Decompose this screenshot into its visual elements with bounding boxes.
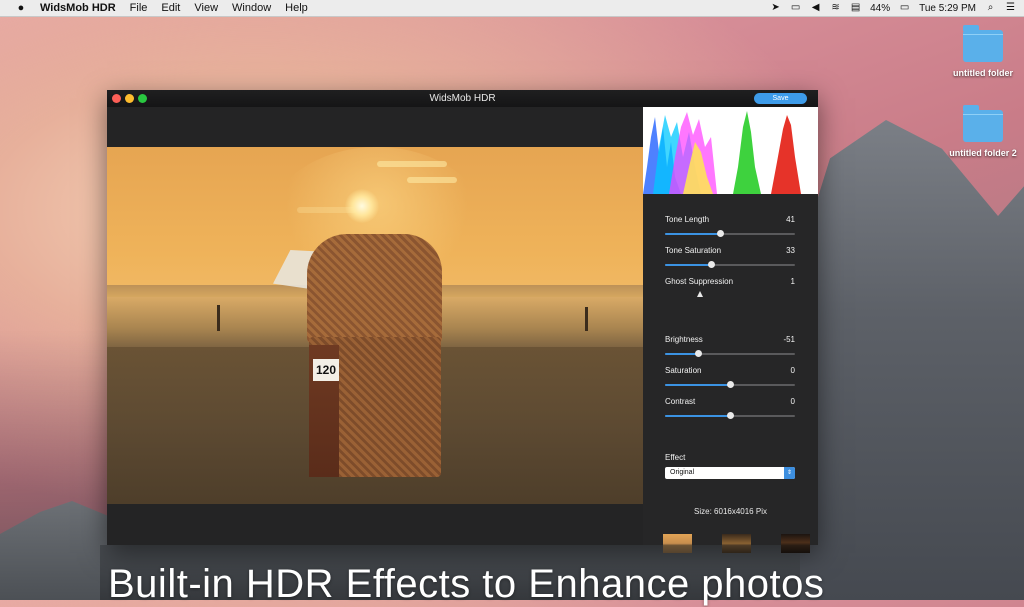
menu-edit[interactable]: Edit (161, 2, 180, 14)
close-button[interactable] (112, 94, 121, 103)
slider-value: 0 (790, 397, 795, 406)
adjustments-panel: Tone Length 41 Tone Saturation 33 Ghost Su… (643, 107, 818, 553)
slider-track[interactable] (665, 412, 795, 419)
slider-track[interactable] (665, 261, 795, 268)
slider-value: 0 (790, 366, 795, 375)
slider-fill (665, 264, 711, 266)
sun (345, 189, 379, 223)
battery-percent[interactable]: 44% (870, 3, 890, 14)
menu-app-name[interactable]: WidsMob HDR (40, 2, 116, 14)
slider-label: Saturation (665, 366, 702, 375)
photo-canvas[interactable]: 120 (107, 107, 643, 545)
beach-post (217, 305, 220, 331)
slider-label: Tone Length (665, 215, 710, 224)
slider-value: -51 (783, 335, 795, 344)
flag-icon[interactable]: ▤ (850, 3, 861, 13)
slider-tone-length: Tone Length 41 (665, 215, 795, 237)
chevron-updown-icon[interactable]: ⇕ (784, 467, 795, 479)
slider-tone-saturation: Tone Saturation 33 (665, 246, 795, 268)
photo-preview[interactable]: 120 (107, 147, 643, 504)
app-window: WidsMob HDR Save 120 Tone Length 41 Tone… (107, 90, 818, 553)
desktop-folder-label: untitled folder 2 (949, 148, 1017, 158)
status-area: ➤ ▭ ◀ ≋ ▤ 44% ▭ Tue 5:29 PM ⌕ ☰ (770, 0, 1016, 16)
notification-center-icon[interactable]: ☰ (1005, 3, 1016, 13)
slider-fill (665, 233, 720, 235)
chair-number-plate: 120 (313, 359, 339, 381)
slider-value: 1 (790, 277, 795, 286)
slider-fill (665, 353, 698, 355)
desktop-folder-label: untitled folder (953, 68, 1013, 78)
window-controls (112, 94, 147, 103)
slider-contrast: Contrast 0 (665, 397, 795, 419)
desktop-folder-2[interactable]: untitled folder 2 (943, 105, 1023, 158)
folder-icon (963, 105, 1003, 142)
slider-track[interactable] (665, 381, 795, 388)
battery-icon[interactable]: ▭ (899, 3, 910, 13)
minimize-button[interactable] (125, 94, 134, 103)
slider-value: 33 (786, 246, 795, 255)
airplay-icon[interactable]: ▭ (790, 3, 801, 13)
thumbnail-3[interactable] (781, 534, 810, 553)
menu-view[interactable]: View (194, 2, 218, 14)
histogram (643, 107, 818, 194)
slider-fill (665, 384, 730, 386)
thumbnail-2[interactable] (722, 534, 751, 553)
effect-label: Effect (665, 453, 686, 462)
apple-icon[interactable]: ● (14, 2, 28, 14)
effect-select[interactable]: Original ⇕ (665, 467, 795, 479)
slider-track[interactable] (665, 350, 795, 357)
menu-help[interactable]: Help (285, 2, 308, 14)
menu-window[interactable]: Window (232, 2, 271, 14)
title-bar[interactable]: WidsMob HDR Save (107, 90, 818, 107)
slider-knob[interactable] (707, 261, 715, 268)
beach-chair-hood (307, 234, 442, 344)
folder-icon (963, 25, 1003, 62)
slider-knob[interactable] (697, 291, 704, 297)
slider-knob[interactable] (727, 381, 734, 388)
slider-fill (665, 415, 730, 417)
slider-label: Contrast (665, 397, 696, 406)
menu-bar: ● WidsMob HDR File Edit View Window Help… (0, 0, 1024, 17)
save-button[interactable]: Save (754, 93, 807, 104)
thumbnail-1[interactable] (663, 534, 692, 553)
cloud (377, 161, 447, 167)
spotlight-search-icon[interactable]: ⌕ (985, 3, 996, 13)
wifi-icon[interactable]: ≋ (830, 3, 841, 13)
slider-knob[interactable] (694, 350, 702, 357)
beach-post (585, 307, 588, 331)
slider-knob[interactable] (727, 412, 734, 419)
menu-file[interactable]: File (130, 2, 148, 14)
cloud (407, 177, 457, 183)
window-title: WidsMob HDR (429, 93, 496, 104)
slider-label: Tone Saturation (665, 246, 722, 255)
zoom-button[interactable] (138, 94, 147, 103)
cloud (297, 207, 357, 213)
slider-saturation: Saturation 0 (665, 366, 795, 388)
slider-label: Ghost Suppression (665, 277, 734, 286)
desktop-folder-1[interactable]: untitled folder (943, 25, 1023, 78)
effect-select-value: Original (670, 469, 695, 476)
slider-track[interactable] (665, 230, 795, 237)
location-icon[interactable]: ➤ (770, 3, 781, 13)
slider-track[interactable] (665, 291, 795, 297)
slider-value: 41 (786, 215, 795, 224)
promo-caption: Built-in HDR Effects to Enhance photos (108, 562, 825, 606)
slider-label: Brightness (665, 335, 703, 344)
image-size-label: Size: 6016x4016 Pix (694, 507, 767, 516)
menu-clock[interactable]: Tue 5:29 PM (919, 3, 976, 14)
volume-icon[interactable]: ◀ (810, 3, 821, 13)
slider-ghost-suppression: Ghost Suppression 1 (665, 277, 795, 297)
slider-knob[interactable] (716, 230, 724, 237)
slider-brightness: Brightness -51 (665, 335, 795, 357)
